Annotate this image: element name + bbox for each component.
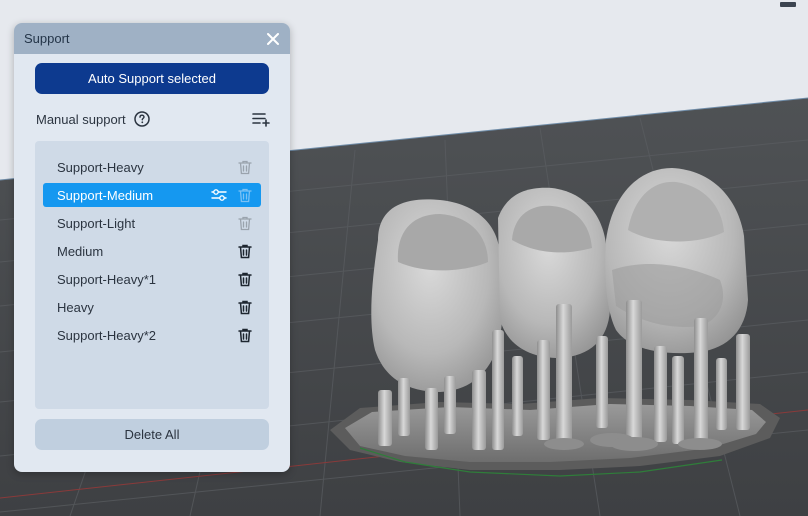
support-list: Support-Heavy Support-Medium Support-Lig… [35, 141, 269, 409]
trash-icon[interactable] [237, 299, 253, 315]
help-circle-icon[interactable] [133, 111, 150, 127]
list-item-label: Support-Heavy [57, 159, 144, 175]
list-item-label: Heavy [57, 299, 94, 315]
panel-header: Support [14, 23, 290, 54]
list-item-label: Support-Heavy*1 [57, 271, 156, 287]
trash-icon [237, 187, 253, 203]
manual-support-row: Manual support [36, 109, 270, 129]
trash-icon[interactable] [237, 243, 253, 259]
list-item[interactable]: Heavy [43, 295, 261, 319]
list-item[interactable]: Support-Heavy [43, 155, 261, 179]
close-button[interactable] [264, 30, 282, 48]
view-menu-icon[interactable] [780, 0, 796, 8]
trash-icon[interactable] [237, 271, 253, 287]
list-item-selected[interactable]: Support-Medium [43, 183, 261, 207]
sliders-icon[interactable] [211, 187, 227, 203]
trash-icon [237, 215, 253, 231]
close-icon [267, 32, 279, 45]
list-item-label: Support-Light [57, 215, 136, 231]
list-item[interactable]: Support-Heavy*1 [43, 267, 261, 291]
manual-support-label: Manual support [36, 111, 126, 127]
auto-support-button[interactable]: Auto Support selected [35, 63, 269, 94]
list-item-label: Support-Medium [57, 187, 154, 203]
list-item-label: Support-Heavy*2 [57, 327, 156, 343]
delete-all-button[interactable]: Delete All [35, 419, 269, 450]
list-item-label: Medium [57, 243, 104, 259]
panel-title: Support [24, 31, 70, 46]
list-item[interactable]: Support-Light [43, 211, 261, 235]
list-item[interactable]: Support-Heavy*2 [43, 323, 261, 347]
add-list-icon[interactable] [252, 111, 270, 127]
support-panel: Support Auto Support selected Manual sup… [14, 23, 290, 472]
trash-icon[interactable] [237, 327, 253, 343]
trash-icon [237, 159, 253, 175]
list-item[interactable]: Medium [43, 239, 261, 263]
